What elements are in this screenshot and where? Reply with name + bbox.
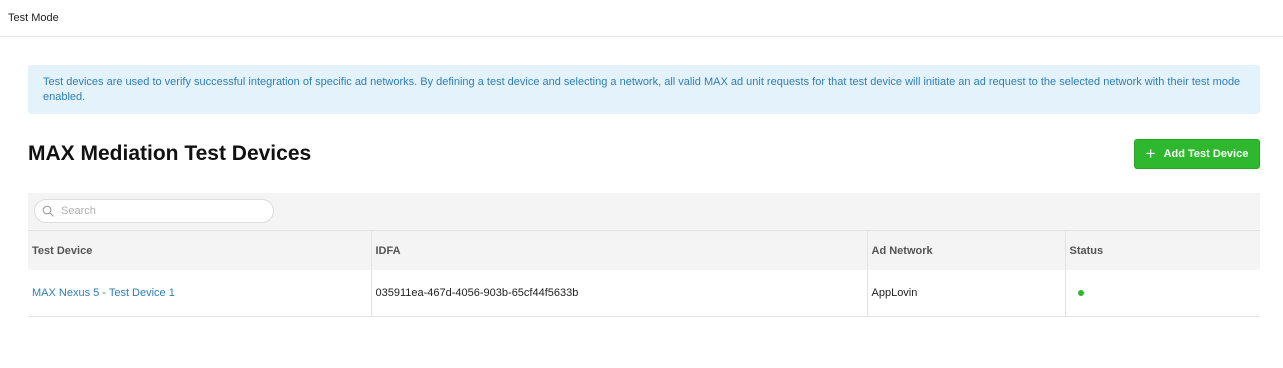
top-bar: Test Mode [0, 0, 1283, 37]
cell-ad-network: AppLovin [866, 270, 1065, 317]
status-active-icon [1077, 290, 1084, 296]
cell-idfa: 035911ea-467d-4056-903b-65cf44f5633b [370, 270, 867, 317]
cell-status [1064, 270, 1260, 317]
add-test-device-label: Add Test Device [1163, 148, 1249, 160]
plus-icon: + [1145, 143, 1156, 163]
test-devices-table: Test Device IDFA Ad Network Status MAX N… [28, 193, 1260, 317]
add-test-device-button[interactable]: + Add Test Device [1134, 139, 1260, 169]
info-banner: Test devices are used to verify successf… [28, 65, 1260, 114]
info-banner-text: Test devices are used to verify successf… [43, 76, 1241, 103]
test-device-link[interactable]: MAX Nexus 5 - Test Device 1 [32, 287, 175, 299]
search-icon [42, 205, 54, 217]
table-row: MAX Nexus 5 - Test Device 1 035911ea-467… [28, 270, 1260, 317]
column-header-status[interactable]: Status [1064, 230, 1260, 270]
top-bar-title: Test Mode [8, 12, 59, 24]
column-header-ad-network[interactable]: Ad Network [866, 230, 1065, 270]
page-title: MAX Mediation Test Devices [28, 142, 312, 165]
cell-test-device: MAX Nexus 5 - Test Device 1 [28, 270, 371, 317]
search-input[interactable] [59, 204, 263, 218]
table-search-bar [28, 193, 1260, 230]
search-box[interactable] [34, 199, 274, 223]
column-header-test-device[interactable]: Test Device [28, 230, 371, 270]
column-header-idfa[interactable]: IDFA [370, 230, 867, 270]
table-header-row: Test Device IDFA Ad Network Status [28, 230, 1260, 270]
